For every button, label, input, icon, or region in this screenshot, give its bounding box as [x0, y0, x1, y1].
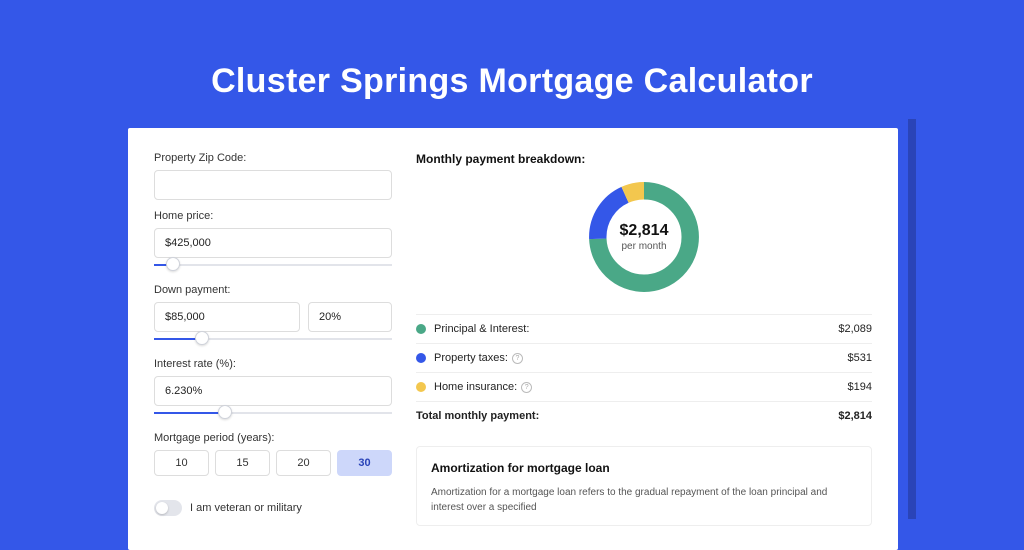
down-payment-label: Down payment:: [154, 284, 392, 296]
home-price-input[interactable]: [154, 228, 392, 258]
donut-chart: $2,814 per month: [583, 176, 705, 298]
legend-dot: [416, 324, 426, 334]
total-value: $2,814: [838, 410, 872, 422]
breakdown-item-label: Home insurance:?: [434, 381, 848, 393]
mortgage-period-label: Mortgage period (years):: [154, 432, 392, 444]
donut-center-sub: per month: [621, 241, 666, 252]
mortgage-period-options: 10152030: [154, 450, 392, 476]
legend-dot: [416, 353, 426, 363]
legend-dot: [416, 382, 426, 392]
form-column: Property Zip Code: Home price: Down paym…: [154, 152, 392, 526]
card-shadow: [908, 119, 916, 519]
home-price-slider[interactable]: [154, 260, 392, 274]
period-option-10[interactable]: 10: [154, 450, 209, 476]
info-icon[interactable]: ?: [512, 353, 523, 364]
amortization-section: Amortization for mortgage loan Amortizat…: [416, 446, 872, 526]
slider-thumb[interactable]: [166, 257, 180, 271]
breakdown-row: Property taxes:?$531: [416, 343, 872, 372]
breakdown-row: Principal & Interest:$2,089: [416, 314, 872, 343]
home-price-label: Home price:: [154, 210, 392, 222]
down-payment-input[interactable]: [154, 302, 300, 332]
veteran-toggle-label: I am veteran or military: [190, 502, 302, 514]
total-label: Total monthly payment:: [416, 410, 838, 422]
page-title: Cluster Springs Mortgage Calculator: [0, 0, 1024, 129]
zip-input[interactable]: [154, 170, 392, 200]
breakdown-item-label: Principal & Interest:: [434, 323, 838, 335]
interest-rate-input[interactable]: [154, 376, 392, 406]
veteran-toggle[interactable]: [154, 500, 182, 516]
zip-label: Property Zip Code:: [154, 152, 392, 164]
breakdown-item-label: Property taxes:?: [434, 352, 848, 364]
breakdown-list: Principal & Interest:$2,089Property taxe…: [416, 314, 872, 401]
interest-rate-label: Interest rate (%):: [154, 358, 392, 370]
info-icon[interactable]: ?: [521, 382, 532, 393]
breakdown-item-value: $531: [848, 352, 872, 364]
amortization-title: Amortization for mortgage loan: [431, 461, 857, 475]
period-option-15[interactable]: 15: [215, 450, 270, 476]
down-payment-slider[interactable]: [154, 334, 392, 348]
breakdown-header: Monthly payment breakdown:: [416, 152, 872, 166]
breakdown-row: Home insurance:?$194: [416, 372, 872, 401]
donut-chart-container: $2,814 per month: [416, 176, 872, 314]
slider-thumb[interactable]: [195, 331, 209, 345]
breakdown-total-row: Total monthly payment: $2,814: [416, 401, 872, 430]
breakdown-item-value: $194: [848, 381, 872, 393]
down-payment-percent-input[interactable]: [308, 302, 392, 332]
calculator-card: Property Zip Code: Home price: Down paym…: [128, 128, 898, 550]
period-option-20[interactable]: 20: [276, 450, 331, 476]
period-option-30[interactable]: 30: [337, 450, 392, 476]
breakdown-column: Monthly payment breakdown: $2,814 per mo…: [416, 152, 872, 526]
breakdown-item-value: $2,089: [838, 323, 872, 335]
slider-thumb[interactable]: [218, 405, 232, 419]
interest-rate-slider[interactable]: [154, 408, 392, 422]
amortization-text: Amortization for a mortgage loan refers …: [431, 485, 857, 515]
donut-center-amount: $2,814: [620, 222, 669, 240]
